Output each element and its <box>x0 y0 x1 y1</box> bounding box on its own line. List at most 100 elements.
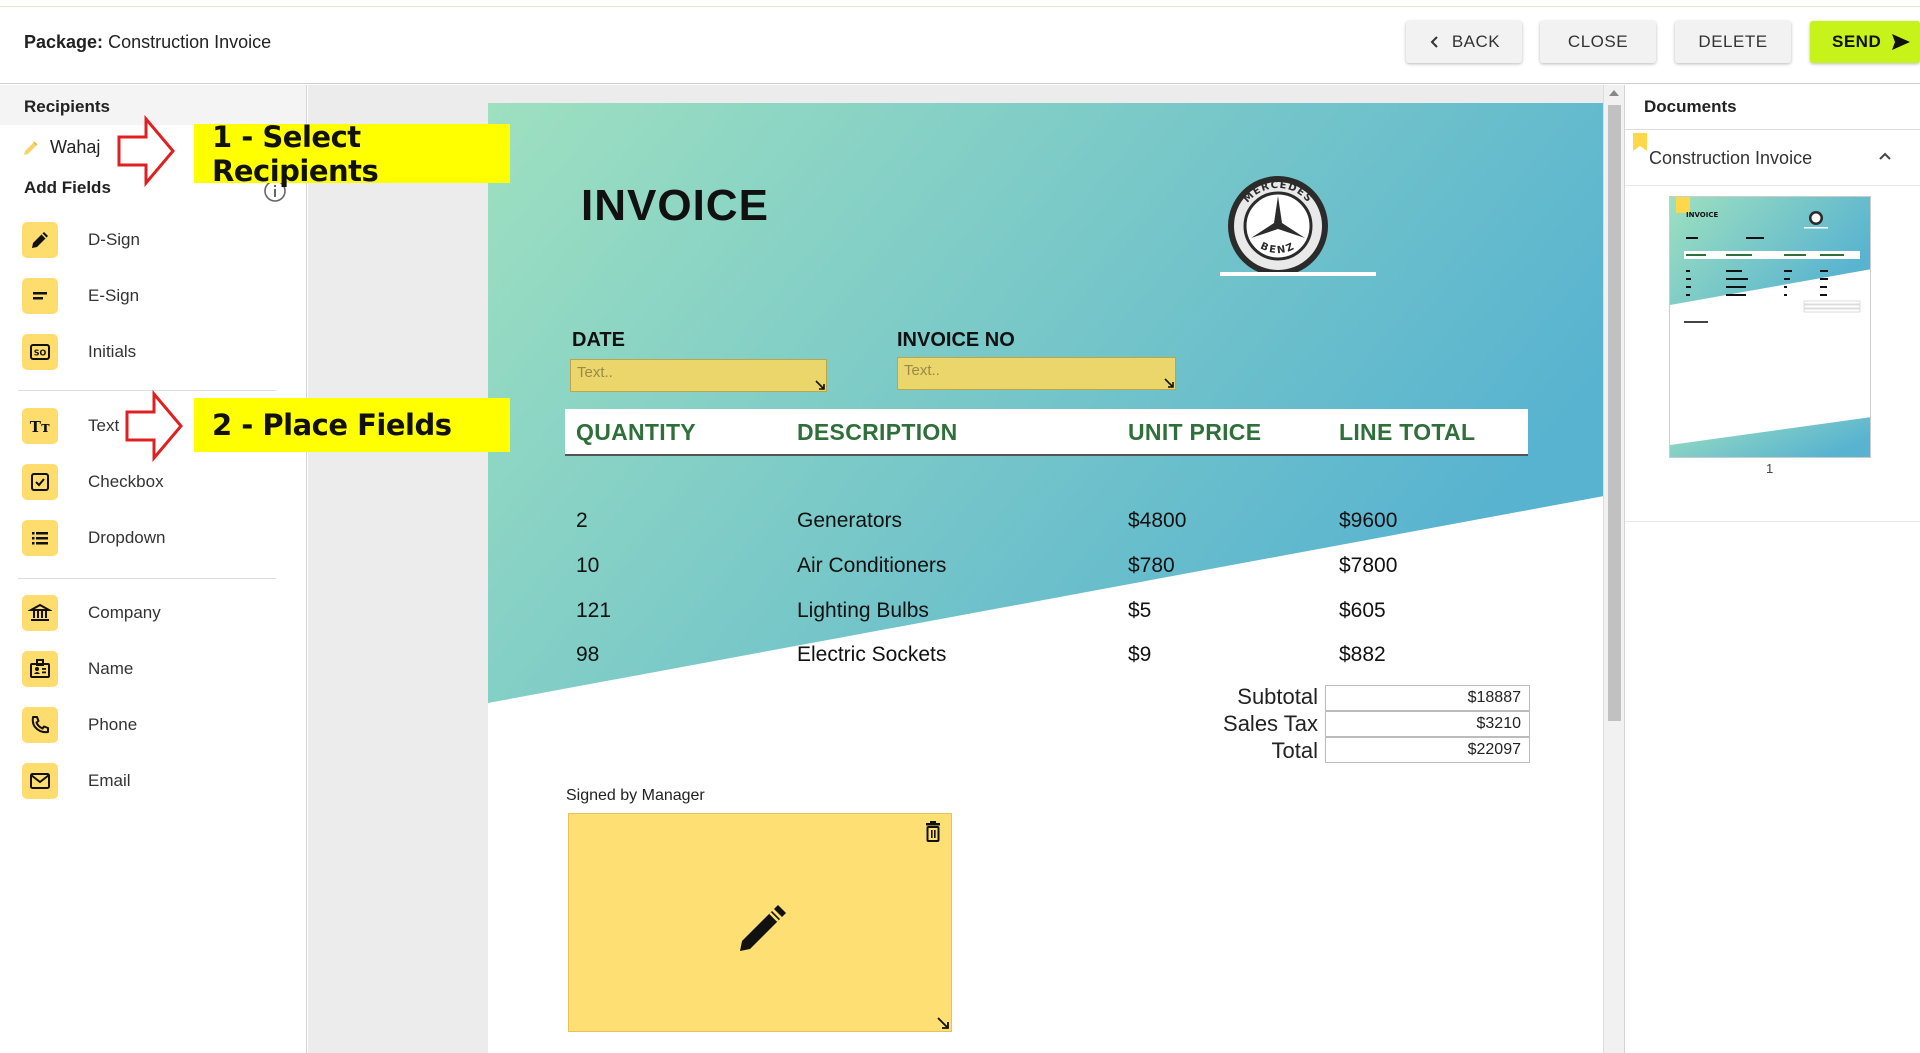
pen-icon <box>740 905 786 951</box>
col-description: DESCRIPTION <box>797 419 958 445</box>
close-button[interactable]: CLOSE <box>1540 21 1656 63</box>
delete-button[interactable]: DELETE <box>1675 21 1791 63</box>
field-phone[interactable]: Phone <box>22 707 137 743</box>
field-label: Text <box>88 416 120 435</box>
package-title: Package: Construction Invoice <box>24 32 271 53</box>
field-company[interactable]: Company <box>22 595 161 631</box>
resize-handle-icon[interactable] <box>937 1017 949 1029</box>
recipients-title: Recipients <box>24 97 110 116</box>
viewer-scrollbar[interactable] <box>1603 85 1624 1053</box>
cell-desc: Lighting Bulbs <box>797 599 929 622</box>
cell-qty: 10 <box>576 554 600 577</box>
resize-handle-icon[interactable] <box>815 380 825 390</box>
field-dropdown[interactable]: Dropdown <box>22 520 166 556</box>
cell-total: $9600 <box>1339 509 1398 532</box>
send-button[interactable]: SEND <box>1810 21 1920 63</box>
send-arrow-icon <box>1892 34 1911 50</box>
date-field-placeholder: Text.. <box>577 364 613 381</box>
pen-icon <box>22 222 58 258</box>
cell-desc: Generators <box>797 509 903 532</box>
logo-underline <box>1220 272 1376 276</box>
field-initials[interactable]: SO Initials <box>22 334 136 370</box>
thumbnail-preview: INVOICE <box>1670 197 1870 457</box>
recipient-item[interactable]: Wahaj <box>22 137 100 158</box>
field-label: Name <box>88 659 134 678</box>
invoice-no-text-field[interactable]: Text.. <box>897 357 1176 390</box>
package-label: Package: <box>24 32 104 52</box>
mail-icon <box>22 763 58 799</box>
scroll-up-icon[interactable] <box>1609 90 1619 96</box>
checkbox-icon <box>22 464 58 500</box>
cell-price: $5 <box>1128 599 1152 622</box>
scrollbar-thumb[interactable] <box>1608 105 1621 721</box>
field-label: Email <box>88 771 131 790</box>
invoice-no-label: INVOICE NO <box>897 329 1015 351</box>
pencil-icon <box>24 140 38 155</box>
signature-field[interactable] <box>568 813 952 1032</box>
sales-tax-value: $3210 <box>1325 711 1530 737</box>
sales-tax-label: Sales Tax <box>1223 711 1318 736</box>
invoice-page: INVOICE MERCEDES BENZ DATE INVOICE NO Te… <box>488 103 1604 1053</box>
cell-price: $4800 <box>1128 509 1187 532</box>
col-quantity: QUANTITY <box>576 419 696 445</box>
svg-text:Tт: Tт <box>30 418 50 436</box>
svg-text:SO: SO <box>34 349 47 358</box>
initials-icon: SO <box>22 334 58 370</box>
text-icon: Tт <box>22 408 58 444</box>
id-badge-icon <box>22 651 58 687</box>
resize-handle-icon[interactable] <box>1164 378 1174 388</box>
bank-icon <box>22 595 58 631</box>
cell-qty: 2 <box>576 509 588 532</box>
cell-total: $882 <box>1339 643 1386 666</box>
field-name[interactable]: Name <box>22 651 133 687</box>
field-checkbox[interactable]: Checkbox <box>22 464 164 500</box>
total-value: $22097 <box>1325 737 1530 763</box>
invoice-title: INVOICE <box>581 181 769 230</box>
subtotal-value: $18887 <box>1325 685 1530 711</box>
left-sidebar: Recipients Wahaj Add Fields D-Sign E-Sig… <box>0 85 307 1053</box>
close-label: CLOSE <box>1567 32 1629 51</box>
subtotal-label: Subtotal <box>1237 684 1318 709</box>
field-label: Checkbox <box>88 472 164 491</box>
svg-text:INVOICE: INVOICE <box>1686 211 1718 219</box>
cell-qty: 121 <box>576 599 612 622</box>
col-line-total: LINE TOTAL <box>1339 419 1476 445</box>
top-accent-line <box>0 0 1920 7</box>
field-label: E-Sign <box>88 286 140 305</box>
field-text[interactable]: Tт Text <box>22 408 119 444</box>
field-label: Company <box>88 603 161 622</box>
bookmark-icon <box>1633 133 1647 151</box>
delete-label: DELETE <box>1698 32 1768 51</box>
divider <box>1625 521 1920 522</box>
cell-desc: Air Conditioners <box>797 554 947 577</box>
signed-by-label: Signed by Manager <box>566 787 705 804</box>
document-name: Construction Invoice <box>1649 148 1813 168</box>
trash-icon[interactable] <box>923 820 943 842</box>
back-label: BACK <box>1451 32 1501 51</box>
field-d-sign[interactable]: D-Sign <box>22 222 140 258</box>
cell-total: $605 <box>1339 599 1386 622</box>
add-fields-title: Add Fields <box>24 178 111 197</box>
phone-icon <box>22 707 58 743</box>
field-label: Initials <box>88 342 137 361</box>
cell-qty: 98 <box>576 643 600 666</box>
chevron-left-icon <box>1430 36 1438 48</box>
recipient-name: Wahaj <box>50 137 101 157</box>
field-e-sign[interactable]: E-Sign <box>22 278 139 314</box>
document-item[interactable]: Construction Invoice <box>1625 130 1920 186</box>
documents-title: Documents <box>1644 97 1737 116</box>
callout-select-recipients: 1 - Select Recipients <box>194 120 510 188</box>
back-button[interactable]: BACK <box>1406 21 1522 63</box>
total-label: Total <box>1271 738 1318 763</box>
date-label: DATE <box>572 329 625 351</box>
field-email[interactable]: Email <box>22 763 131 799</box>
cell-desc: Electric Sockets <box>797 643 947 666</box>
table-header: QUANTITY DESCRIPTION UNIT PRICE LINE TOT… <box>565 409 1528 456</box>
chevron-up-icon[interactable] <box>1877 148 1893 164</box>
callout-place-fields: 2 - Place Fields <box>194 398 510 452</box>
package-name: Construction Invoice <box>108 32 272 52</box>
divider <box>18 578 276 579</box>
date-text-field[interactable]: Text.. <box>570 359 827 392</box>
page-thumbnail[interactable]: INVOICE <box>1669 196 1871 458</box>
col-unit-price: UNIT PRICE <box>1128 419 1262 445</box>
